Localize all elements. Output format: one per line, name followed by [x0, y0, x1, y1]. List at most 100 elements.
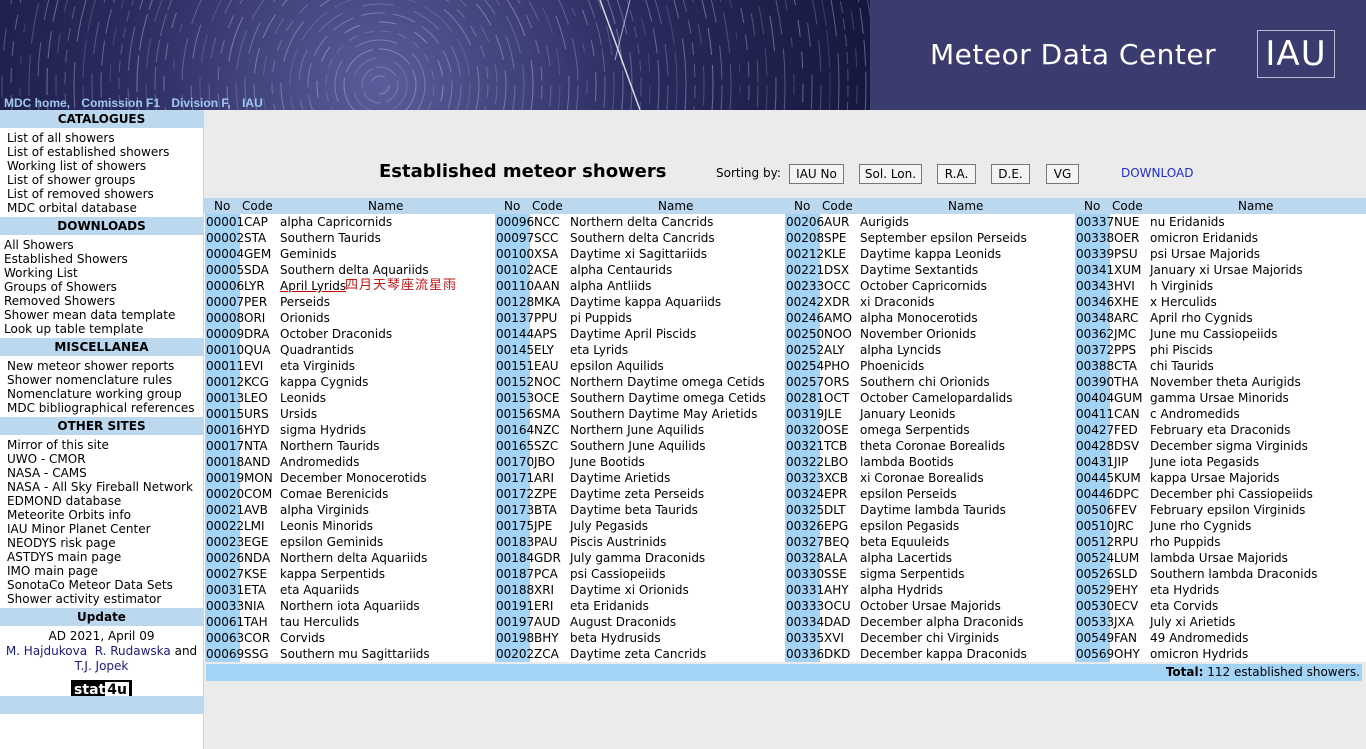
shower-name[interactable]: June rho Cygnids: [1150, 518, 1251, 534]
sidebar-link[interactable]: Working List: [4, 266, 203, 280]
table-row[interactable]: 00428 DSV December sigma Virginids: [1075, 438, 1365, 454]
table-row[interactable]: 00208 SPE September epsilon Perseids: [785, 230, 1075, 246]
table-row[interactable]: 00001 CAP alpha Capricornids: [205, 214, 495, 230]
shower-name[interactable]: Andromedids: [280, 454, 359, 470]
table-row[interactable]: 00569 OHY omicron Hydrids: [1075, 646, 1365, 662]
shower-name[interactable]: Leonids: [280, 390, 326, 406]
shower-name[interactable]: h Virginids: [1150, 278, 1213, 294]
table-row[interactable]: 00334 DAD December alpha Draconids: [785, 614, 1075, 630]
shower-name[interactable]: January xi Ursae Majorids: [1150, 262, 1303, 278]
table-row[interactable]: 00252 ALY alpha Lyncids: [785, 342, 1075, 358]
shower-name[interactable]: Daytime zeta Cancrids: [570, 646, 706, 662]
shower-name[interactable]: Daytime Arietids: [570, 470, 670, 486]
sidebar-link[interactable]: Shower mean data template: [4, 308, 203, 322]
shower-name[interactable]: alpha Antliids: [570, 278, 651, 294]
shower-name[interactable]: Phoenicids: [860, 358, 924, 374]
table-row[interactable]: 00242 XDR xi Draconids: [785, 294, 1075, 310]
table-row[interactable]: 00183 PAU Piscis Austrinids: [495, 534, 785, 550]
shower-name[interactable]: Daytime zeta Perseids: [570, 486, 704, 502]
shower-name[interactable]: eta Eridanids: [570, 598, 649, 614]
table-row[interactable]: 00246 AMO alpha Monocerotids: [785, 310, 1075, 326]
table-row[interactable]: 00212 KLE Daytime kappa Leonids: [785, 246, 1075, 262]
shower-name[interactable]: beta Equuleids: [860, 534, 949, 550]
table-row[interactable]: 00175 JPE July Pegasids: [495, 518, 785, 534]
sidebar-link[interactable]: Look up table template: [4, 322, 203, 336]
shower-name[interactable]: Perseids: [280, 294, 330, 310]
shower-name[interactable]: Daytime kappa Aquariids: [570, 294, 721, 310]
shower-name[interactable]: June mu Cassiopeiids: [1150, 326, 1278, 342]
nav-mdc-home[interactable]: MDC home,: [4, 96, 70, 110]
shower-name[interactable]: Corvids: [280, 630, 325, 646]
table-row[interactable]: 00411 CAN c Andromedids: [1075, 406, 1365, 422]
nav-commission-f1[interactable]: Comission F1: [81, 96, 160, 110]
shower-name[interactable]: rho Puppids: [1150, 534, 1221, 550]
shower-name[interactable]: Northern Taurids: [280, 438, 380, 454]
shower-name[interactable]: kappa Serpentids: [280, 566, 385, 582]
shower-name[interactable]: sigma Hydrids: [280, 422, 366, 438]
table-row[interactable]: 00330 SSE sigma Serpentids: [785, 566, 1075, 582]
table-row[interactable]: 00335 XVI December chi Virginids: [785, 630, 1075, 646]
shower-name[interactable]: eta Virginids: [280, 358, 355, 374]
table-row[interactable]: 00184 GDR July gamma Draconids: [495, 550, 785, 566]
table-row[interactable]: 00188 XRI Daytime xi Orionids: [495, 582, 785, 598]
shower-name[interactable]: omega Serpentids: [860, 422, 970, 438]
shower-name[interactable]: Northern Daytime omega Cetids: [570, 374, 765, 390]
table-row[interactable]: 00372 PPS phi Piscids: [1075, 342, 1365, 358]
table-row[interactable]: 00197 AUD August Draconids: [495, 614, 785, 630]
table-row[interactable]: 00390 THA November theta Aurigids: [1075, 374, 1365, 390]
sidebar-link[interactable]: List of removed showers: [7, 187, 203, 201]
shower-name[interactable]: Ursids: [280, 406, 317, 422]
shower-name[interactable]: kappa Cygnids: [280, 374, 368, 390]
sort-iau-no-button[interactable]: IAU No: [789, 164, 844, 184]
table-row[interactable]: 00153 OCE Southern Daytime omega Cetids: [495, 390, 785, 406]
shower-name[interactable]: Northern delta Cancrids: [570, 214, 713, 230]
table-row[interactable]: 00013 LEO Leonids: [205, 390, 495, 406]
sidebar-link[interactable]: IMO main page: [7, 564, 203, 578]
table-row[interactable]: 00152 NOC Northern Daytime omega Cetids: [495, 374, 785, 390]
author-link[interactable]: M. Hajdukova: [6, 644, 87, 658]
shower-name[interactable]: sigma Serpentids: [860, 566, 965, 582]
shower-name[interactable]: omicron Hydrids: [1150, 646, 1248, 662]
shower-name[interactable]: Southern Taurids: [280, 230, 381, 246]
shower-name[interactable]: epsilon Geminids: [280, 534, 383, 550]
table-row[interactable]: 00339 PSU psi Ursae Majorids: [1075, 246, 1365, 262]
shower-name[interactable]: Piscis Austrinids: [570, 534, 666, 550]
table-row[interactable]: 00321 TCB theta Coronae Borealids: [785, 438, 1075, 454]
table-row[interactable]: 00020 COM Comae Berenicids: [205, 486, 495, 502]
shower-name[interactable]: xi Draconids: [860, 294, 935, 310]
sidebar-link[interactable]: Shower nomenclature rules: [7, 373, 203, 387]
table-row[interactable]: 00007 PER Perseids: [205, 294, 495, 310]
table-row[interactable]: 00343 HVI h Virginids: [1075, 278, 1365, 294]
table-row[interactable]: 00202 ZCA Daytime zeta Cancrids: [495, 646, 785, 662]
table-row[interactable]: 00337 NUE nu Eridanids: [1075, 214, 1365, 230]
download-link[interactable]: DOWNLOAD: [1121, 166, 1193, 180]
shower-name[interactable]: Aurigids: [860, 214, 909, 230]
shower-name[interactable]: omicron Eridanids: [1150, 230, 1258, 246]
table-row[interactable]: 00341 XUM January xi Ursae Majorids: [1075, 262, 1365, 278]
shower-name[interactable]: alpha Capricornids: [280, 214, 392, 230]
table-row[interactable]: 00009 DRA October Draconids: [205, 326, 495, 342]
table-row[interactable]: 00156 SMA Southern Daytime May Arietids: [495, 406, 785, 422]
shower-name[interactable]: chi Taurids: [1150, 358, 1214, 374]
shower-name[interactable]: eta Hydrids: [1150, 582, 1219, 598]
table-row[interactable]: 00145 ELY eta Lyrids: [495, 342, 785, 358]
sidebar-link[interactable]: Mirror of this site: [7, 438, 203, 452]
shower-name[interactable]: December kappa Draconids: [860, 646, 1027, 662]
shower-name[interactable]: Northern iota Aquariids: [280, 598, 420, 614]
table-row[interactable]: 00110 AAN alpha Antliids: [495, 278, 785, 294]
table-row[interactable]: 00510 JRC June rho Cygnids: [1075, 518, 1365, 534]
sidebar-link[interactable]: NEODYS risk page: [7, 536, 203, 550]
table-row[interactable]: 00331 AHY alpha Hydrids: [785, 582, 1075, 598]
sidebar-link[interactable]: List of established showers: [7, 145, 203, 159]
table-row[interactable]: 00002 STA Southern Taurids: [205, 230, 495, 246]
shower-name[interactable]: December chi Virginids: [860, 630, 999, 646]
table-row[interactable]: 00004 GEM Geminids: [205, 246, 495, 262]
table-row[interactable]: 00012 KCG kappa Cygnids: [205, 374, 495, 390]
table-row[interactable]: 00061 TAH tau Herculids: [205, 614, 495, 630]
shower-name[interactable]: Orionids: [280, 310, 330, 326]
table-row[interactable]: 00326 EPG epsilon Pegasids: [785, 518, 1075, 534]
table-row[interactable]: 00221 DSX Daytime Sextantids: [785, 262, 1075, 278]
shower-name[interactable]: December alpha Draconids: [860, 614, 1023, 630]
shower-name[interactable]: Comae Berenicids: [280, 486, 388, 502]
table-row[interactable]: 00016 HYD sigma Hydrids: [205, 422, 495, 438]
